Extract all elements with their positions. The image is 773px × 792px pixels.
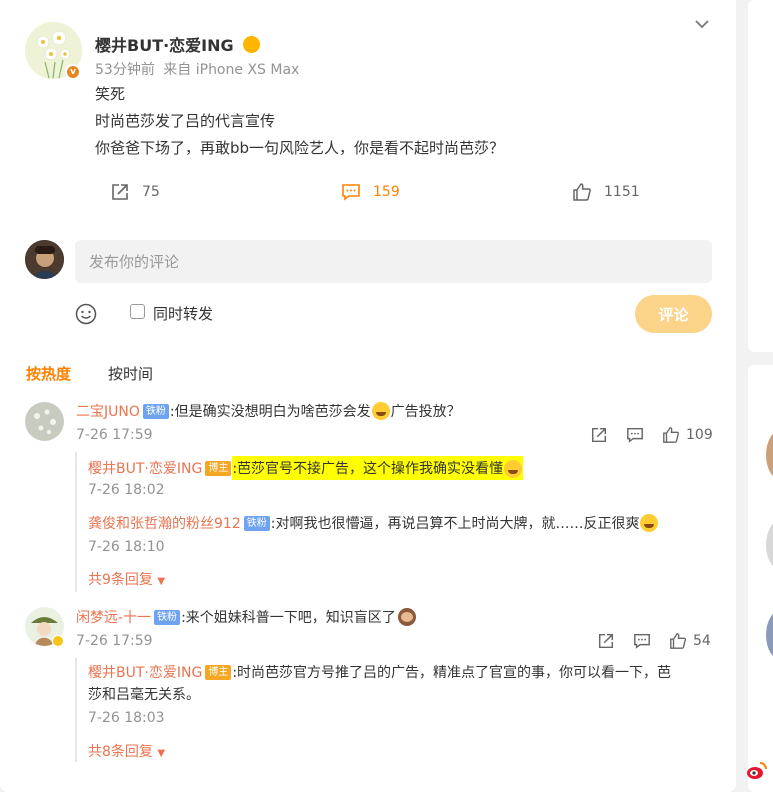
reply-time: 7-26 18:02	[88, 482, 165, 498]
comment-username[interactable]: 闲梦远-十一	[76, 607, 151, 627]
post-time[interactable]: 53分钟前	[95, 62, 155, 78]
repost-checkbox-label[interactable]: 同时转发	[153, 303, 213, 324]
reply-line: 樱井BUT·恋爱ING 博主 :时尚芭莎官方号推了吕的广告，精准点了官宣的事，你…	[88, 662, 671, 682]
author-tag: 博主	[205, 664, 232, 680]
gold-fan-badge-icon	[52, 635, 64, 647]
repost-count: 75	[142, 184, 160, 200]
thumbs-up-icon	[670, 633, 687, 649]
weibo-logo-icon[interactable]	[746, 760, 768, 780]
post-text-line: 时尚芭莎发了吕的代言宣传	[95, 112, 276, 130]
comment-time: 7-26 17:59	[76, 427, 153, 443]
comment-input-placeholder: 发布你的评论	[89, 253, 180, 271]
comment-text-after: 广告投放？	[390, 404, 461, 420]
comment-text: :但是确实没想明白为啥芭莎会发	[169, 404, 371, 420]
comment-line: 闲梦远-十一 铁粉 :来个姐妹科普一下吧，知识盲区了	[76, 607, 416, 627]
repost-icon	[598, 633, 614, 649]
post-source: 来自 iPhone XS Max	[163, 62, 300, 78]
comment-tools: 54	[597, 632, 711, 650]
reply-line: 樱井BUT·恋爱ING 博主 :芭莎官号不接广告，这个操作我确实没看懂	[88, 456, 524, 480]
like-button[interactable]: 1151	[572, 182, 640, 202]
smile-emoji-icon	[243, 36, 261, 53]
submit-comment-button[interactable]: 评论	[635, 295, 712, 333]
sort-by-time-tab[interactable]: 按时间	[108, 363, 153, 384]
comment-username[interactable]: 二宝JUNO	[76, 401, 140, 421]
comment-tools: 109	[590, 426, 713, 444]
reply-username[interactable]: 龚俊和张哲瀚的粉丝912	[88, 513, 241, 533]
comment-line: 二宝JUNO 铁粉 :但是确实没想明白为啥芭莎会发 广告投放？	[76, 401, 461, 421]
laughing-emoji-icon	[640, 514, 659, 532]
repost-button[interactable]: 75	[110, 182, 160, 202]
laugh-cry-emoji-icon	[504, 460, 523, 478]
fan-tag: 铁粉	[154, 609, 181, 625]
comment-like-count: 54	[693, 633, 711, 649]
side-avatar[interactable]	[766, 430, 773, 480]
reply-username[interactable]: 樱井BUT·恋爱ING	[88, 458, 202, 478]
comment-repost-button[interactable]	[597, 632, 615, 650]
laugh-cry-emoji-icon	[371, 402, 390, 420]
reply-text: :时尚芭莎官方号推了吕的广告，精准点了官宣的事，你可以看一下，芭	[232, 665, 672, 681]
author-tag: 博主	[205, 460, 232, 476]
reply-time: 7-26 18:10	[88, 539, 165, 555]
fan-tag: 铁粉	[243, 515, 270, 531]
reply-line-continued: 莎和吕毫无关系。	[88, 684, 200, 704]
submit-comment-label: 评论	[658, 305, 689, 324]
like-count: 1151	[604, 184, 640, 200]
more-replies-link[interactable]: 共9条回复 ▼	[88, 569, 165, 589]
reply-time: 7-26 18:03	[88, 710, 165, 726]
verified-badge-icon: v	[65, 64, 81, 80]
caret-down-icon: ▼	[157, 748, 166, 759]
reply-line: 龚俊和张哲瀚的粉丝912 铁粉 :对啊我也很懵逼，再说吕算不上时尚大牌，就……反…	[88, 513, 659, 533]
current-user-avatar[interactable]	[25, 240, 64, 279]
reply-text-continued: 莎和吕毫无关系。	[88, 687, 200, 703]
comment-icon	[634, 633, 650, 649]
reply-text: :芭莎官号不接广告，这个操作我确实没看懂	[232, 461, 504, 477]
comment-repost-button[interactable]	[590, 426, 608, 444]
comment-reply-button[interactable]	[633, 632, 651, 650]
more-replies-label: 共9条回复	[88, 572, 153, 588]
fan-tag: 铁粉	[142, 403, 169, 419]
side-avatar[interactable]	[766, 520, 773, 570]
repost-icon	[591, 427, 607, 443]
comment-text: :来个姐妹科普一下吧，知识盲区了	[181, 610, 396, 626]
side-panel-bottom	[748, 365, 773, 792]
thumbs-up-icon	[663, 427, 680, 443]
comment-reply-button[interactable]	[626, 426, 644, 444]
comment-icon	[342, 184, 360, 201]
reply-thread	[75, 452, 77, 592]
sort-by-hot-tab[interactable]: 按热度	[26, 363, 71, 384]
emoji-icon[interactable]	[75, 303, 97, 325]
comment-like-button[interactable]: 54	[669, 632, 711, 650]
reply-text: :对啊我也很懵逼，再说吕算不上时尚大牌，就……反正很爽	[270, 516, 640, 532]
repost-checkbox[interactable]	[130, 304, 145, 319]
comment-like-button[interactable]: 109	[662, 426, 713, 444]
highlighted-reply-text: :芭莎官号不接广告，这个操作我确实没看懂	[232, 456, 524, 480]
repost-icon	[112, 184, 128, 200]
reply-username[interactable]: 樱井BUT·恋爱ING	[88, 662, 202, 682]
more-replies-link[interactable]: 共8条回复 ▼	[88, 741, 165, 761]
chevron-down-icon[interactable]	[694, 18, 710, 30]
post-meta: 53分钟前 来自 iPhone XS Max	[95, 59, 299, 79]
thumbs-up-icon	[573, 183, 591, 201]
post-text-line: 你爸爸下场了，再敢bb一句风险艺人，你是看不起时尚芭莎？	[95, 139, 505, 157]
author-name[interactable]: 樱井BUT·恋爱ING	[95, 32, 261, 56]
side-avatar[interactable]	[766, 610, 773, 660]
caret-down-icon: ▼	[157, 576, 166, 587]
see-no-evil-monkey-emoji-icon	[397, 608, 416, 626]
post-text-line: 笑死	[95, 85, 126, 103]
reply-thread	[75, 658, 77, 762]
post-card: v 樱井BUT·恋爱ING 53分钟前 来自 iPhone XS Max 笑死 …	[0, 0, 736, 792]
comment-button[interactable]: 159	[341, 182, 400, 202]
comment-time: 7-26 17:59	[76, 633, 153, 649]
commenter-avatar[interactable]	[25, 402, 64, 441]
comment-icon	[627, 427, 643, 443]
side-panel-top	[748, 0, 773, 352]
comment-like-count: 109	[686, 427, 713, 443]
comment-input[interactable]: 发布你的评论	[75, 240, 712, 283]
comment-count: 159	[373, 184, 400, 200]
more-replies-label: 共8条回复	[88, 744, 153, 760]
